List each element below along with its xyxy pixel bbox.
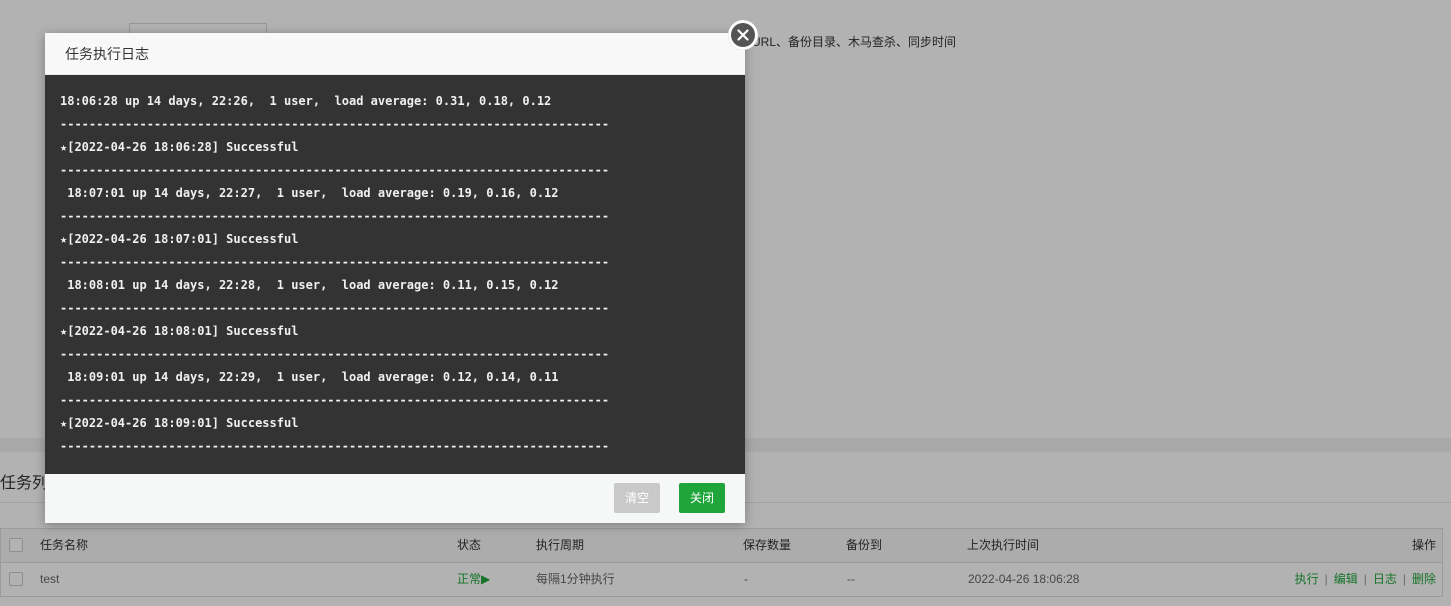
log-line: ----------------------------------------… — [60, 347, 610, 361]
clear-log-button[interactable]: 清空 — [614, 483, 660, 513]
log-line: ----------------------------------------… — [60, 393, 610, 407]
log-line: ----------------------------------------… — [60, 117, 610, 131]
log-line: ----------------------------------------… — [60, 209, 610, 223]
log-line: ----------------------------------------… — [60, 255, 610, 269]
log-line: 18:09:01 up 14 days, 22:29, 1 user, load… — [60, 370, 559, 384]
log-line: ----------------------------------------… — [60, 439, 610, 453]
log-line: ★[2022-04-26 18:08:01] Successful — [60, 324, 299, 338]
log-output[interactable]: 18:06:28 up 14 days, 22:26, 1 user, load… — [45, 75, 745, 474]
log-line: ★[2022-04-26 18:07:01] Successful — [60, 232, 299, 246]
log-line: ----------------------------------------… — [60, 163, 610, 177]
log-line: 18:08:01 up 14 days, 22:28, 1 user, load… — [60, 278, 559, 292]
log-line: 18:07:01 up 14 days, 22:27, 1 user, load… — [60, 186, 559, 200]
close-circle-icon[interactable] — [728, 20, 758, 50]
dialog-footer: 清空 关闭 — [45, 474, 745, 523]
dialog-title: 任务执行日志 — [65, 46, 149, 62]
close-button[interactable]: 关闭 — [679, 483, 725, 513]
log-line: 18:06:28 up 14 days, 22:26, 1 user, load… — [60, 94, 552, 108]
log-line: ★[2022-04-26 18:06:28] Successful — [60, 140, 299, 154]
log-line: ----------------------------------------… — [60, 301, 610, 315]
dialog-header: 任务执行日志 — [45, 33, 745, 75]
task-log-dialog: 任务执行日志 18:06:28 up 14 days, 22:26, 1 use… — [45, 33, 745, 523]
log-line: ★[2022-04-26 18:09:01] Successful — [60, 416, 299, 430]
